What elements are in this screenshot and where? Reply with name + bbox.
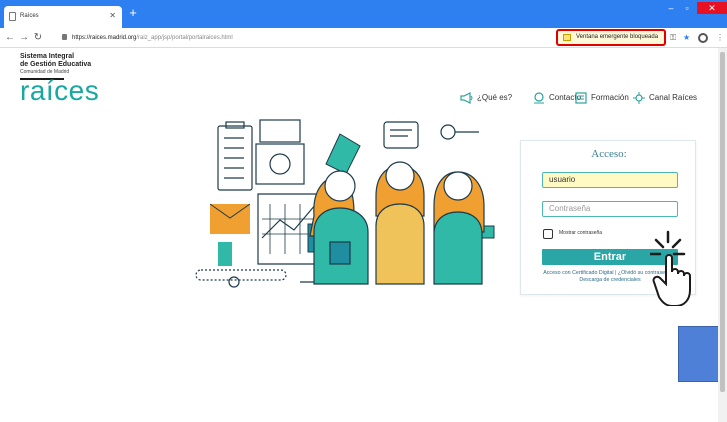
minimize-icon[interactable]: – <box>664 2 678 14</box>
nav-canal-label: Canal Raíces <box>649 93 698 102</box>
tab-close-icon[interactable]: ✕ <box>109 11 116 20</box>
url-host: https://raices.madrid.org <box>72 35 137 41</box>
popup-blocked-label: Ventana emergente bloqueada <box>576 34 659 40</box>
browser-titlebar: Raíces ✕ + – ▫ ✕ <box>0 0 727 28</box>
training-icon <box>575 92 587 104</box>
contact-icon <box>534 92 544 104</box>
popup-blocked-icon <box>563 34 571 41</box>
login-title: Acceso: <box>591 148 627 160</box>
menu-icon[interactable]: ⋮ <box>716 32 724 44</box>
popup-blocked-indicator[interactable]: Ventana emergente bloqueada <box>556 29 666 46</box>
hero-illustration <box>195 119 495 288</box>
nav-canal-raices[interactable]: Canal Raíces <box>632 88 697 108</box>
url-path: /raiz_app/jsp/portal/portalraices.html <box>136 35 233 41</box>
brand-block: Sistema Integral de Gestión Educativa Co… <box>20 53 140 105</box>
browser-toolbar: ← → ↻ https://raices.madrid.org/raiz_app… <box>0 28 727 48</box>
browser-tab[interactable]: Raíces ✕ <box>4 6 122 28</box>
forward-icon[interactable]: → <box>18 31 30 45</box>
nav-formacion-label: Formación <box>591 93 629 102</box>
brand-line1: Sistema Integral <box>20 53 75 60</box>
star-icon[interactable]: ★ <box>683 32 690 44</box>
maximize-icon[interactable]: ▫ <box>680 2 694 14</box>
brand-line2: de Gestión Educativa <box>20 61 92 68</box>
profile-icon[interactable] <box>698 33 708 43</box>
channel-icon <box>633 91 645 104</box>
nav-formacion[interactable]: Formación <box>574 88 629 108</box>
nav-que-es[interactable]: ¿Qué es? <box>460 88 512 108</box>
scrollbar-thumb[interactable] <box>720 52 725 392</box>
show-password-checkbox[interactable] <box>543 229 553 239</box>
password-input[interactable]: Contraseña <box>542 201 678 217</box>
new-tab-button[interactable]: + <box>126 6 140 20</box>
reload-icon[interactable]: ↻ <box>32 31 44 45</box>
tab-title: Raíces <box>20 13 39 19</box>
nav-que-es-label: ¿Qué es? <box>477 93 513 102</box>
key-icon[interactable]: ⚿ <box>670 32 676 44</box>
click-hand-icon <box>650 230 691 306</box>
address-bar[interactable]: https://raices.madrid.org/raiz_app/jsp/p… <box>72 32 233 44</box>
show-password-label: Mostrar contraseña <box>559 230 603 236</box>
close-window-icon[interactable]: ✕ <box>697 2 727 14</box>
megaphone-icon <box>460 91 473 104</box>
lock-icon <box>62 34 67 40</box>
back-icon[interactable]: ← <box>4 31 16 45</box>
raices-logo[interactable]: raíces <box>20 77 140 105</box>
username-input[interactable]: usuario <box>542 172 678 188</box>
tab-page-icon <box>9 12 16 21</box>
